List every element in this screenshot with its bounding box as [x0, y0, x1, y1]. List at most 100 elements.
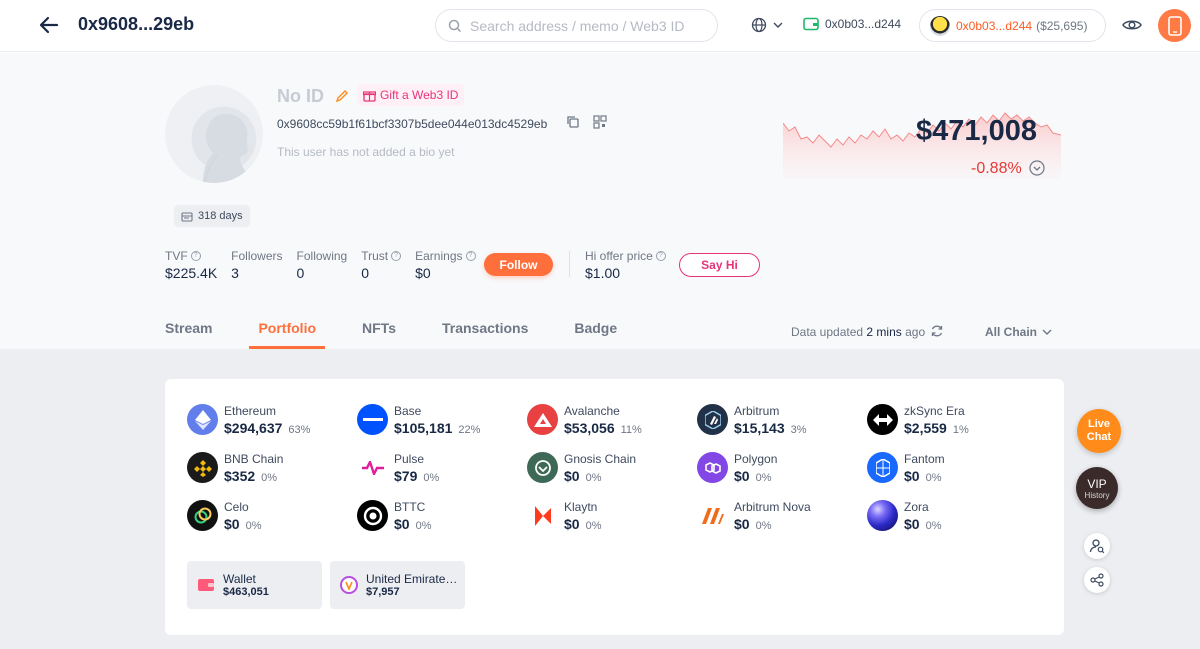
chain-name: zkSync Era — [904, 403, 965, 418]
hi-offer-value: $1.00 — [585, 265, 621, 281]
protocol-amount: $7,957 — [366, 586, 400, 598]
chevron-down-icon — [1042, 329, 1052, 335]
help-icon[interactable]: ? — [655, 251, 666, 261]
chain-value: $0 — [904, 515, 920, 532]
chain-filter-label: All Chain — [985, 325, 1038, 339]
stat-followers[interactable]: Followers 3 — [231, 249, 282, 281]
account-button[interactable]: 0x0b03...d244 ($25,695) — [919, 9, 1106, 42]
search-input[interactable] — [470, 17, 700, 34]
search-box[interactable] — [435, 9, 718, 42]
chain-item-base[interactable]: Base $105,181 22% — [357, 401, 527, 438]
wallet-breakdown: Wallet $463,051 United Emirates... $7,95… — [187, 561, 465, 609]
connected-wallet[interactable]: 0x0b03...d244 — [803, 17, 901, 31]
back-arrow-icon[interactable] — [38, 14, 60, 36]
share-button[interactable] — [1084, 567, 1110, 593]
chain-item-avalanche[interactable]: Avalanche $53,056 11% — [527, 401, 697, 438]
chain-percent: 0% — [585, 471, 602, 484]
chain-item-celo[interactable]: Celo $0 0% — [187, 497, 357, 534]
portfolio-card: Ethereum $294,637 63% Base $105,181 22% Avalan… — [165, 379, 1064, 635]
protocol-box[interactable]: United Emirates... $7,957 — [330, 561, 465, 609]
mobile-app-button[interactable] — [1158, 9, 1191, 42]
chain-item-pulse[interactable]: Pulse $79 0% — [357, 449, 527, 486]
vip-history-button[interactable]: VIP History — [1076, 467, 1118, 509]
help-icon[interactable]: ? — [391, 251, 402, 261]
chain-item-arbitrum-nova[interactable]: Arbitrum Nova $0 0% — [697, 497, 867, 534]
chain-percent: 11% — [620, 423, 642, 436]
chain-item-gnosis-chain[interactable]: Gnosis Chain $0 0% — [527, 449, 697, 486]
pencil-icon[interactable] — [335, 89, 349, 103]
say-hi-button[interactable]: Say Hi — [679, 253, 760, 277]
chain-values: $294,637 63% — [224, 420, 310, 436]
chain-name: Fantom — [904, 451, 945, 466]
copy-icon[interactable] — [566, 115, 580, 129]
profile-bio: This user has not added a bio yet — [277, 145, 455, 159]
live-chat-button[interactable]: Live Chat — [1077, 409, 1121, 453]
follow-button[interactable]: Follow — [484, 253, 553, 276]
chain-percent: 0% — [755, 519, 772, 532]
tab-portfolio[interactable]: Portfolio — [249, 320, 326, 349]
stat-value: $0 — [415, 265, 431, 281]
full-address: 0x9608cc59b1f61bcf3307b5dee044e013dc4529… — [277, 117, 548, 131]
fantom-icon — [867, 452, 898, 483]
stat-earnings: Earnings? $0 — [415, 249, 476, 281]
tab-bar: Stream Portfolio NFTs Transactions Badge — [165, 320, 663, 349]
help-icon[interactable]: ? — [190, 251, 201, 261]
main-content: Ethereum $294,637 63% Base $105,181 22% Avalan… — [0, 349, 1200, 649]
refresh-icon[interactable] — [930, 324, 944, 338]
profile-section: No ID Gift a Web3 ID 0x9608cc59b1f61bcf3… — [0, 53, 1200, 349]
chain-item-zora[interactable]: Zora $0 0% — [867, 497, 1037, 534]
chain-item-klaytn[interactable]: Klaytn $0 0% — [527, 497, 697, 534]
updated-suffix: ago — [905, 325, 926, 339]
help-icon[interactable]: ? — [465, 251, 476, 261]
chain-filter-dropdown[interactable]: All Chain — [985, 325, 1052, 339]
wallet-box[interactable]: Wallet $463,051 — [187, 561, 322, 609]
user-search-button[interactable] — [1084, 533, 1110, 559]
chain-values: $105,181 22% — [394, 420, 480, 436]
chevron-down-circle-icon[interactable] — [1029, 160, 1045, 176]
chain-item-bnb-chain[interactable]: BNB Chain $352 0% — [187, 449, 357, 486]
search-icon — [448, 19, 462, 32]
chain-values: $0 0% — [394, 516, 431, 532]
tab-nfts[interactable]: NFTs — [362, 320, 396, 349]
chain-text: Polygon $0 0% — [734, 452, 777, 484]
chain-percent: 0% — [245, 519, 262, 532]
stat-label: Trust — [361, 249, 389, 263]
protocol-icon — [340, 576, 358, 594]
chevron-down-icon — [773, 22, 783, 28]
gift-web3-id-button[interactable]: Gift a Web3 ID — [357, 84, 465, 106]
gnosis-icon — [527, 452, 558, 483]
chain-item-polygon[interactable]: Polygon $0 0% — [697, 449, 867, 486]
stat-tvf: TVF? $225.4K — [165, 249, 217, 281]
data-updated: Data updated 2 mins ago — [791, 325, 925, 339]
chain-value: $0 — [224, 515, 240, 532]
qr-code-icon[interactable] — [593, 115, 607, 129]
profile-name: No ID — [277, 86, 324, 106]
chain-text: BTTC $0 0% — [394, 500, 431, 532]
chain-item-ethereum[interactable]: Ethereum $294,637 63% — [187, 401, 357, 438]
tab-stream[interactable]: Stream — [165, 320, 212, 349]
hi-offer-label: Hi offer price — [585, 249, 653, 263]
chain-name: Polygon — [734, 451, 778, 466]
divider — [569, 251, 570, 277]
stat-label: Following — [296, 249, 348, 263]
net-worth-value: $471,008 — [916, 115, 1037, 147]
wallet-name: Wallet — [223, 572, 256, 586]
chain-item-bttc[interactable]: BTTC $0 0% — [357, 497, 527, 534]
net-worth-change: -0.88% — [971, 160, 1022, 177]
tab-badge[interactable]: Badge — [574, 320, 617, 349]
chain-item-fantom[interactable]: Fantom $0 0% — [867, 449, 1037, 486]
language-selector[interactable] — [751, 17, 783, 33]
chain-item-zksync-era[interactable]: zkSync Era $2,559 1% — [867, 401, 1037, 438]
chain-text: Avalanche $53,056 11% — [564, 404, 642, 436]
wallet-icon — [803, 17, 819, 31]
base-icon — [357, 404, 388, 435]
chain-item-arbitrum[interactable]: Arbitrum $15,143 3% — [697, 401, 867, 438]
chain-value: $0 — [734, 515, 750, 532]
arbitrum-nova-icon — [697, 500, 728, 531]
chain-percent: 0% — [261, 471, 278, 484]
eye-icon[interactable] — [1122, 16, 1142, 34]
stat-label: Earnings — [415, 249, 463, 263]
chain-text: Zora $0 0% — [904, 500, 941, 532]
stat-following[interactable]: Following 0 — [297, 249, 348, 281]
tab-transactions[interactable]: Transactions — [442, 320, 528, 349]
